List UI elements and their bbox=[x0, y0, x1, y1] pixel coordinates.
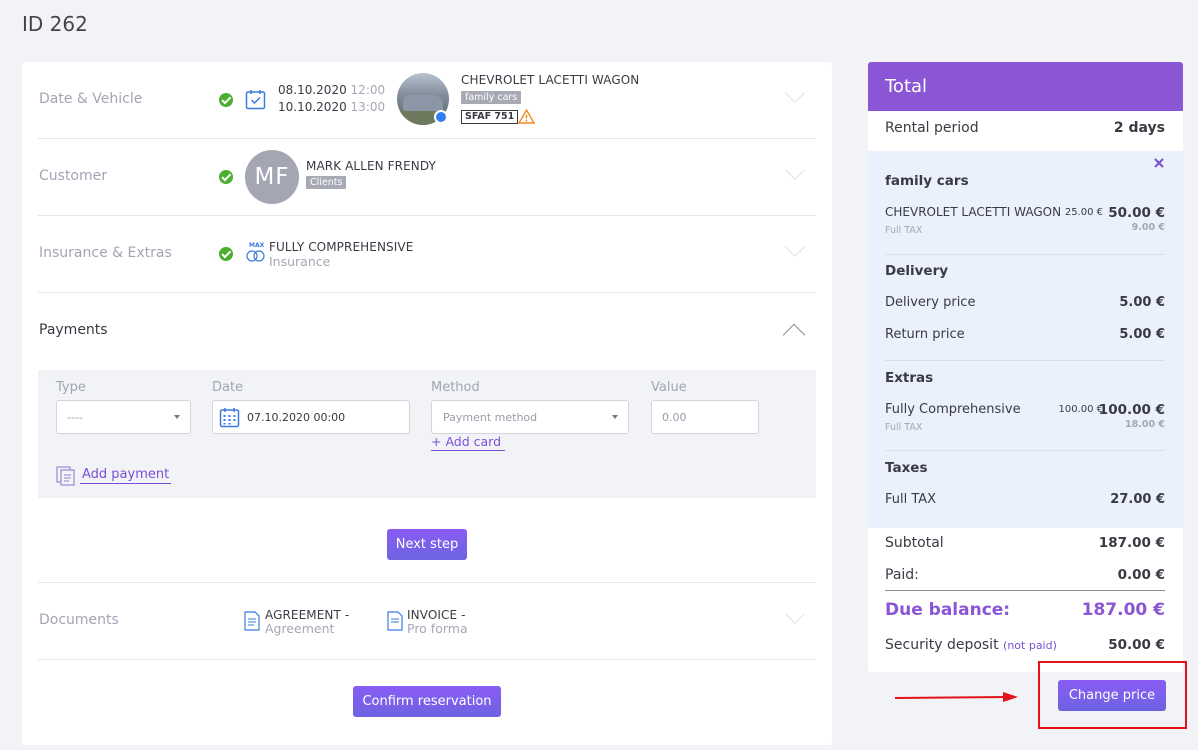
vehicle-group-tag: family cars bbox=[461, 91, 522, 104]
delivery-price-row: Delivery price 5.00 € bbox=[885, 295, 1165, 310]
next-step-button[interactable]: Next step bbox=[387, 529, 467, 560]
customer-name: MARK ALLEN FRENDY bbox=[306, 159, 436, 173]
section-insurance[interactable]: Insurance & Extras MAX FULLY COMPREHENSI… bbox=[38, 216, 816, 293]
paid-row: Paid: 0.00 € bbox=[885, 567, 1165, 583]
rental-period-row: Rental period 2 days bbox=[885, 120, 1165, 136]
chevron-up-icon[interactable] bbox=[782, 323, 806, 347]
insurance-title: FULLY COMPREHENSIVE bbox=[269, 240, 414, 254]
agreement-subtitle: Agreement bbox=[265, 621, 335, 636]
agreement-title[interactable]: AGREEMENT - bbox=[265, 608, 349, 622]
end-time: 13:00 bbox=[350, 100, 386, 114]
check-icon bbox=[219, 247, 233, 261]
chevron-down-icon[interactable] bbox=[785, 604, 805, 624]
return-price-row: Return price 5.00 € bbox=[885, 327, 1165, 342]
section-customer[interactable]: Customer MF MARK ALLEN FRENDY Clients bbox=[38, 139, 816, 216]
chevron-down-icon[interactable] bbox=[785, 83, 805, 103]
section-label: Documents bbox=[39, 612, 119, 628]
value-label: Value bbox=[651, 380, 687, 395]
add-document-icon[interactable] bbox=[56, 466, 76, 486]
extra-line: Fully Comprehensive 100.00 € 100.00 € bbox=[885, 402, 1165, 418]
add-card-link[interactable]: + Add card bbox=[431, 434, 505, 451]
page-title: ID 262 bbox=[22, 12, 88, 36]
delivery-title: Delivery bbox=[885, 263, 949, 279]
start-time: 12:00 bbox=[350, 83, 386, 97]
start-date: 08.10.2020 bbox=[278, 83, 347, 97]
section-label: Date & Vehicle bbox=[39, 91, 143, 107]
insurance-subtitle: Insurance bbox=[269, 254, 331, 269]
type-select[interactable]: ---- bbox=[56, 400, 191, 434]
section-label: Insurance & Extras bbox=[39, 245, 172, 261]
confirm-reservation-button[interactable]: Confirm reservation bbox=[353, 686, 501, 717]
insurance-icon: MAX bbox=[246, 242, 265, 262]
chevron-down-icon[interactable] bbox=[785, 160, 805, 180]
document-icon[interactable] bbox=[244, 611, 260, 631]
calendar-check-icon bbox=[245, 90, 266, 110]
close-icon[interactable] bbox=[1154, 158, 1164, 168]
price-breakdown: family cars CHEVROLET LACETTI WAGON 25.0… bbox=[868, 151, 1183, 528]
add-payment-link[interactable]: Add payment bbox=[80, 467, 171, 484]
extra-tax-line: Full TAX 18.00 € bbox=[885, 419, 1165, 433]
security-deposit-row: Security deposit (not paid) 50.00 € bbox=[885, 637, 1165, 653]
date-input[interactable]: 07.10.2020 00:00 bbox=[212, 400, 410, 434]
customer-avatar: MF bbox=[245, 150, 299, 204]
date-label: Date bbox=[212, 380, 244, 395]
divider bbox=[885, 590, 1165, 591]
caret-down-icon bbox=[174, 415, 180, 419]
section-label: Customer bbox=[39, 168, 108, 184]
document-icon[interactable] bbox=[387, 611, 403, 631]
calendar-icon bbox=[219, 408, 240, 428]
chevron-down-icon[interactable] bbox=[785, 237, 805, 257]
type-label: Type bbox=[56, 380, 86, 395]
method-label: Method bbox=[431, 380, 480, 395]
customer-group-tag: Clients bbox=[306, 176, 347, 189]
method-select[interactable]: Payment method bbox=[431, 400, 629, 434]
end-date: 10.10.2020 bbox=[278, 100, 347, 114]
tax-row: Full TAX 27.00 € bbox=[885, 492, 1165, 507]
taxes-title: Taxes bbox=[885, 460, 928, 476]
invoice-title[interactable]: INVOICE - bbox=[407, 608, 466, 622]
vehicle-name: CHEVROLET LACETTI WAGON bbox=[461, 73, 640, 87]
vehicle-status-dot bbox=[434, 110, 448, 124]
due-balance-row: Due balance: 187.00 € bbox=[885, 600, 1165, 620]
caret-down-icon bbox=[612, 415, 618, 419]
divider bbox=[885, 450, 1165, 451]
value-input[interactable]: 0.00 bbox=[651, 400, 759, 434]
section-documents[interactable]: Documents AGREEMENT - Agreement INVOICE … bbox=[38, 583, 816, 660]
warning-icon[interactable] bbox=[518, 109, 535, 124]
reservation-card: Date & Vehicle 08.10.2020 12:00 10.10.20… bbox=[22, 62, 832, 745]
extras-title: Extras bbox=[885, 370, 934, 386]
annotation-arrow bbox=[894, 696, 1008, 699]
section-date-vehicle[interactable]: Date & Vehicle 08.10.2020 12:00 10.10.20… bbox=[38, 62, 816, 139]
start-datetime: 08.10.2020 12:00 bbox=[278, 83, 385, 97]
arrow-head-icon bbox=[1003, 692, 1018, 702]
check-icon bbox=[219, 93, 233, 107]
total-header: Total bbox=[868, 62, 1183, 111]
vehicle-plate: SFAF 751 bbox=[461, 110, 519, 124]
divider bbox=[885, 254, 1165, 255]
total-card: Total Rental period 2 days family cars C… bbox=[868, 62, 1183, 672]
subtotal-row: Subtotal 187.00 € bbox=[885, 535, 1165, 551]
check-icon bbox=[219, 170, 233, 184]
invoice-subtitle: Pro forma bbox=[407, 621, 468, 636]
annotation-highlight-box bbox=[1038, 661, 1187, 729]
svg-text:MAX: MAX bbox=[249, 242, 265, 249]
divider bbox=[885, 360, 1165, 361]
vehicle-line: CHEVROLET LACETTI WAGON 25.00 € 50.00 € bbox=[885, 205, 1165, 221]
section-label: Payments bbox=[39, 322, 108, 338]
group-title: family cars bbox=[885, 173, 969, 189]
payment-form: Type ---- Date 07.10.2020 00:00 Method P… bbox=[38, 370, 816, 498]
end-datetime: 10.10.2020 13:00 bbox=[278, 100, 385, 114]
vehicle-tax-line: Full TAX 9.00 € bbox=[885, 222, 1165, 236]
